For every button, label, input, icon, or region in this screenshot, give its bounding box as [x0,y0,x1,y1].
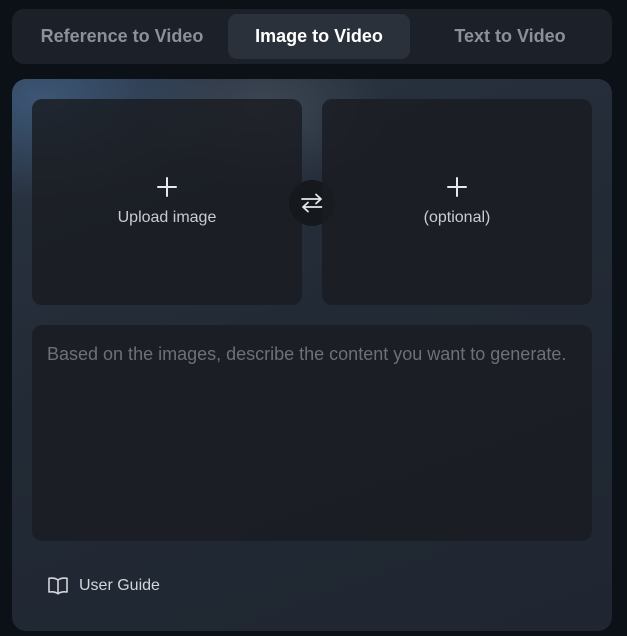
user-guide-link[interactable]: User Guide [47,575,160,597]
upload-image-slot[interactable]: Upload image [32,99,302,305]
mode-tabs: Reference to Video Image to Video Text t… [12,9,612,64]
optional-image-slot[interactable]: (optional) [322,99,592,305]
book-icon [48,577,68,595]
plus-icon [447,177,467,197]
tab-image-to-video[interactable]: Image to Video [228,14,410,59]
plus-icon [157,177,177,197]
tab-reference-to-video[interactable]: Reference to Video [17,14,227,59]
user-guide-label: User Guide [79,577,160,594]
prompt-placeholder: Based on the images, describe the conten… [47,344,567,364]
upload-image-label: Upload image [117,209,217,226]
generation-panel: Upload image (optional) Based on the ima… [12,79,612,631]
tab-text-to-video[interactable]: Text to Video [410,14,610,59]
optional-image-label: (optional) [423,209,491,226]
prompt-textarea[interactable]: Based on the images, describe the conten… [32,325,592,541]
swap-arrows-icon [301,193,323,213]
